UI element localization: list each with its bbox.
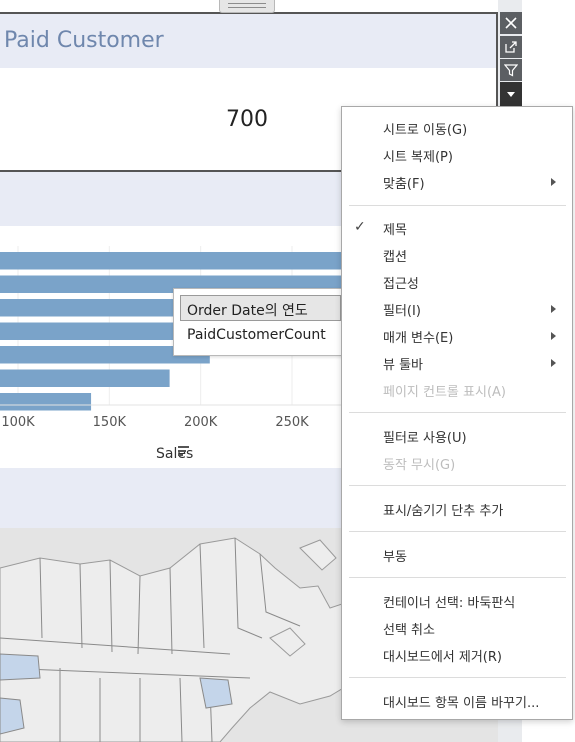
menu-item-go-to-sheet[interactable]: 시트로 이동(G) [383,119,467,138]
menu-item-title[interactable]: 제목 [383,219,407,238]
caret-down-icon [507,92,515,97]
bar[interactable] [0,393,92,411]
check-icon: ✓ [354,219,366,235]
menu-item-show-page-controls: 페이지 컨트롤 표시(A) [383,385,506,400]
submenu-arrow-icon [551,305,556,313]
drag-handle[interactable] [219,0,275,13]
open-external-icon [505,41,517,53]
tooltip-panel: Order Date의 연도 PaidCustomerCount [173,288,349,356]
x-tick-label: 100K [1,415,35,430]
menu-separator [349,485,566,486]
x-axis-label: Sales [156,446,193,462]
context-menu[interactable]: 시트로 이동(G) 시트 복제(P) 맞춤(F) ✓ 제목 캡션 접근성 필터(… [341,106,573,720]
submenu-arrow-icon [551,332,556,340]
menu-item-rename-dashboard-item[interactable]: 대시보드 항목 이름 바꾸기... [383,692,539,711]
menu-item-view-toolbar[interactable]: 뷰 툴바 [383,354,423,373]
filter-icon [504,64,518,77]
menu-item-duplicate-sheet[interactable]: 시트 복제(P) [383,146,453,165]
tooltip-field-count[interactable]: PaidCustomerCount [187,327,326,343]
menu-separator [349,412,566,413]
x-tick-label: 150K [93,415,127,430]
menu-item-filters[interactable]: 필터(I) [383,300,421,319]
use-as-filter-button[interactable] [500,59,522,81]
x-tick-label: 200K [184,415,218,430]
menu-item-use-as-filter[interactable]: 필터로 사용(U) [383,427,467,446]
open-sheet-button[interactable] [500,36,522,58]
submenu-arrow-icon [551,359,556,367]
submenu-arrow-icon [551,178,556,186]
menu-item-select-container[interactable]: 컨테이너 선택: 바둑판식 [383,592,515,611]
menu-item-deselect[interactable]: 선택 취소 [383,619,435,638]
x-tick-label: 250K [275,415,309,430]
menu-item-remove-from-dashboard[interactable]: 대시보드에서 제거(R) [383,646,502,665]
kpi-title-bar: Paid Customer [0,14,496,68]
menu-item-fit[interactable]: 맞춤(F) [383,173,425,192]
menu-item-caption[interactable]: 캡션 [383,246,407,265]
menu-separator [349,677,566,678]
menu-separator [349,531,566,532]
menu-item-parameters[interactable]: 매개 변수(E) [383,327,453,346]
menu-item-accessibility[interactable]: 접근성 [383,273,419,292]
menu-separator [349,577,566,578]
kpi-value: 700 [226,107,268,132]
menu-item-add-show-hide-button[interactable]: 표시/숨기기 단추 추가 [383,500,503,519]
menu-item-floating[interactable]: 부동 [383,546,407,565]
more-options-button[interactable] [500,82,522,106]
menu-item-ignore-actions: 동작 무시(G) [383,458,456,473]
x-axis-ticks: 100K 150K 200K 250K [1,415,309,430]
menu-separator [349,205,566,206]
bar[interactable] [0,369,170,388]
close-icon [505,17,517,29]
kpi-title: Paid Customer [4,28,164,53]
tooltip-field-year[interactable]: Order Date의 연도 [180,295,341,321]
close-button[interactable] [500,12,522,34]
